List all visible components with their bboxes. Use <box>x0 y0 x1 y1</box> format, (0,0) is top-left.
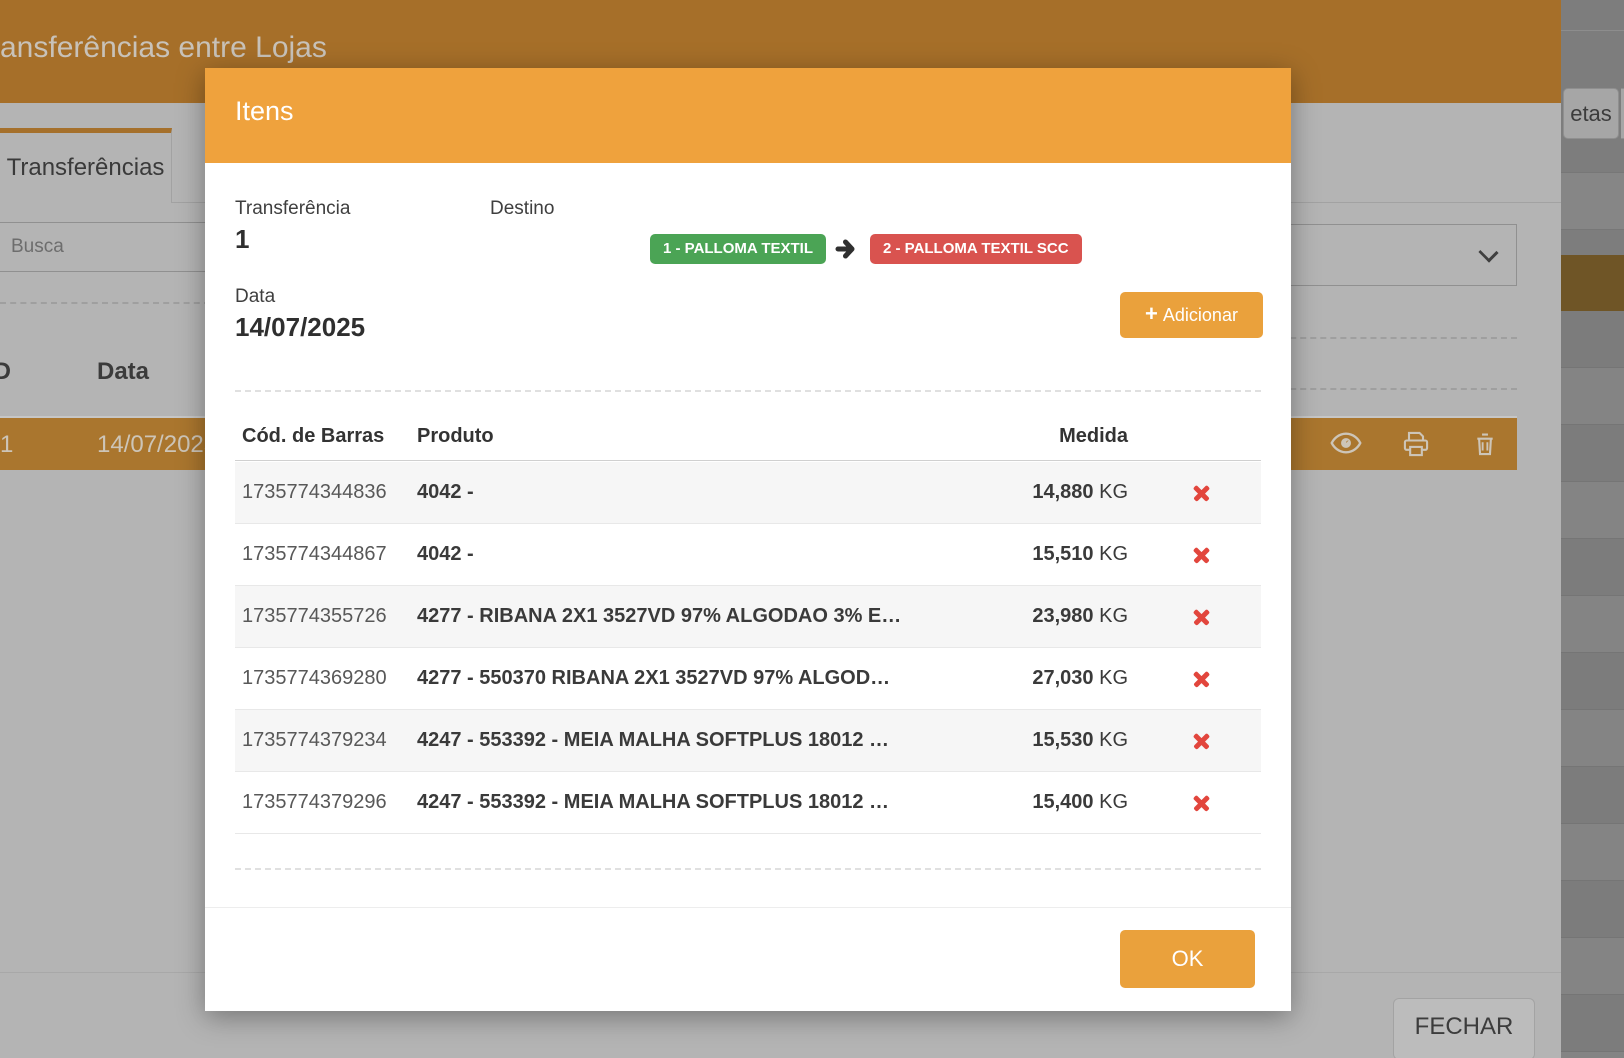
remove-item-icon[interactable] <box>1192 607 1211 626</box>
base-table-band <box>1561 172 1624 230</box>
col-medida: Medida <box>941 425 1141 448</box>
item-barcode: 1735774369280 <box>235 667 417 690</box>
screen: etas ansferências entre Lojas Transferên… <box>0 0 1624 1058</box>
item-medida: 23,980 KG <box>941 605 1141 628</box>
view-icon[interactable] <box>1330 431 1362 460</box>
item-barcode: 1735774379296 <box>235 791 417 814</box>
item-medida: 15,510 KG <box>941 543 1141 566</box>
itens-modal-header: Itens <box>205 68 1291 163</box>
search-input[interactable]: Busca <box>0 222 210 272</box>
item-produto: 4042 - <box>417 543 941 566</box>
destino-label: Destino <box>490 198 554 220</box>
transferencia-label: Transferência <box>235 198 350 220</box>
col-produto: Produto <box>417 425 941 448</box>
items-table-header: Cód. de Barras Produto Medida <box>235 413 1261 461</box>
item-produto: 4247 - 553392 - MEIA MALHA SOFTPLUS 1801… <box>417 729 941 752</box>
modal-footer-divider <box>205 907 1291 908</box>
item-produto: 4277 - RIBANA 2X1 3527VD 97% ALGODAO 3% … <box>417 605 941 628</box>
separator <box>235 868 1261 870</box>
column-header-id: ID <box>0 358 11 386</box>
item-barcode: 1735774344836 <box>235 481 417 504</box>
itens-modal: Itens Transferência 1 Destino 1 - PALLOM… <box>205 68 1291 1011</box>
item-row: 1735774355726 4277 - RIBANA 2X1 3527VD 9… <box>235 586 1261 648</box>
item-medida: 14,880 KG <box>941 481 1141 504</box>
adicionar-label: Adicionar <box>1163 305 1238 326</box>
search-placeholder: Busca <box>11 236 64 258</box>
item-produto: 4042 - <box>417 481 941 504</box>
fechar-button[interactable]: FECHAR <box>1393 998 1535 1058</box>
column-header-data: Data <box>97 358 149 386</box>
base-page-strip: etas <box>1561 0 1624 1058</box>
transferencia-value: 1 <box>235 224 249 255</box>
delete-icon[interactable] <box>1472 431 1498 462</box>
item-medida: 27,030 KG <box>941 667 1141 690</box>
item-row: 1735774379296 4247 - 553392 - MEIA MALHA… <box>235 772 1261 834</box>
etiquetas-button[interactable]: etas <box>1563 88 1619 139</box>
col-barcode: Cód. de Barras <box>235 425 417 448</box>
tab-label: Transferências <box>7 154 165 182</box>
remove-item-icon[interactable] <box>1192 793 1211 812</box>
row-id: 1 <box>0 431 13 459</box>
arrow-right-icon <box>835 237 861 261</box>
remove-item-icon[interactable] <box>1192 669 1211 688</box>
destino-badge: 2 - PALLOMA TEXTIL SCC <box>870 234 1082 264</box>
item-barcode: 1735774344867 <box>235 543 417 566</box>
item-barcode: 1735774355726 <box>235 605 417 628</box>
item-row: 1735774344867 4042 - 15,510 KG <box>235 524 1261 586</box>
base-highlighted-row <box>1561 255 1624 311</box>
separator <box>0 302 210 304</box>
item-produto: 4247 - 553392 - MEIA MALHA SOFTPLUS 1801… <box>417 791 941 814</box>
remove-item-icon[interactable] <box>1192 483 1211 502</box>
remove-item-icon[interactable] <box>1192 731 1211 750</box>
item-produto: 4277 - 550370 RIBANA 2X1 3527VD 97% ALGO… <box>417 667 941 690</box>
data-value: 14/07/2025 <box>235 312 365 343</box>
separator <box>235 390 1261 392</box>
item-medida: 15,530 KG <box>941 729 1141 752</box>
print-icon[interactable] <box>1402 431 1430 462</box>
tab-transferencias[interactable]: Transferências <box>0 128 172 203</box>
origem-badge: 1 - PALLOMA TEXTIL <box>650 234 826 264</box>
ok-button[interactable]: OK <box>1120 930 1255 988</box>
remove-item-icon[interactable] <box>1192 545 1211 564</box>
row-date: 14/07/2025 <box>97 431 217 459</box>
item-medida: 15,400 KG <box>941 791 1141 814</box>
data-label: Data <box>235 286 275 308</box>
chevron-down-icon <box>1478 242 1498 262</box>
page-title: ansferências entre Lojas <box>0 31 327 65</box>
adicionar-button[interactable]: + Adicionar <box>1120 292 1263 338</box>
base-table-rows <box>1561 311 1624 1058</box>
plus-icon: + <box>1145 303 1158 325</box>
item-row: 1735774369280 4277 - 550370 RIBANA 2X1 3… <box>235 648 1261 710</box>
destino-badges: 1 - PALLOMA TEXTIL 2 - PALLOMA TEXTIL SC… <box>650 234 1082 264</box>
item-row: 1735774379234 4247 - 553392 - MEIA MALHA… <box>235 710 1261 772</box>
item-barcode: 1735774379234 <box>235 729 417 752</box>
item-row: 1735774344836 4042 - 14,880 KG <box>235 462 1261 524</box>
base-header-divider <box>1561 30 1624 31</box>
modal-title: Itens <box>235 96 294 127</box>
